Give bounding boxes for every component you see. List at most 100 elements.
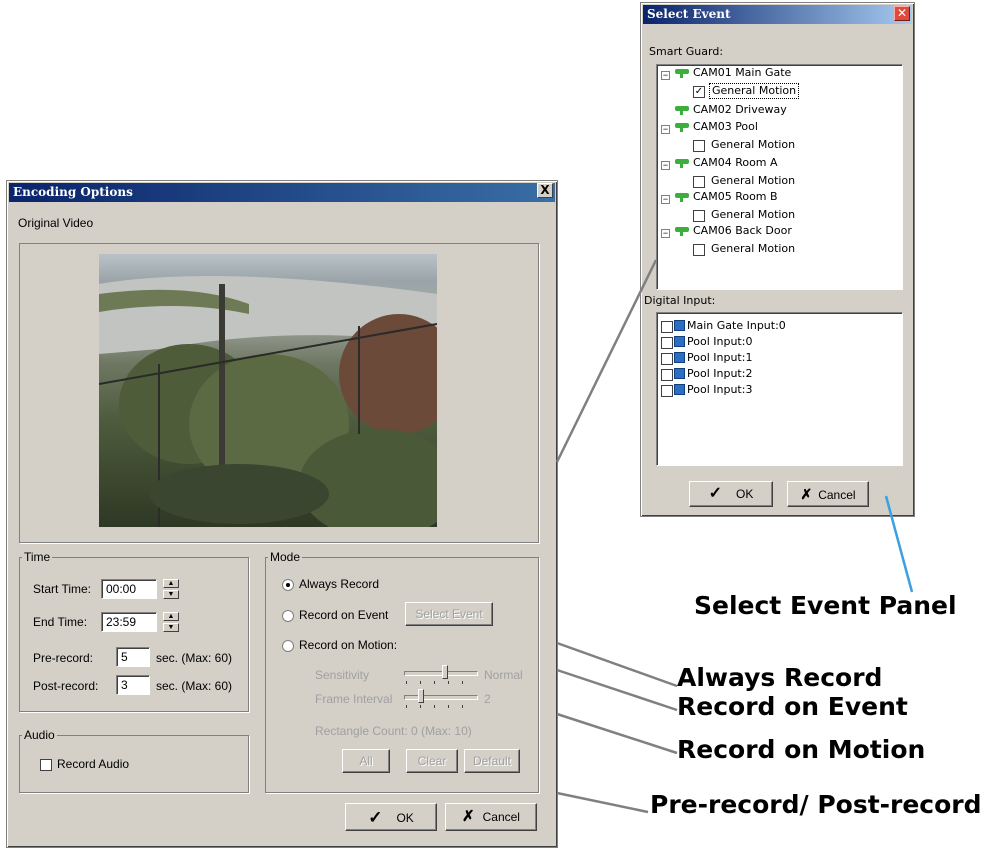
camera-preview-image xyxy=(99,254,437,527)
collapse-icon[interactable]: − xyxy=(661,195,670,204)
close-button[interactable]: X xyxy=(537,183,553,198)
cancel-button[interactable]: ✗ Cancel xyxy=(445,803,537,831)
select-event-ok-button[interactable]: ✓ OK xyxy=(689,481,773,507)
record-on-event-radio[interactable] xyxy=(282,610,294,622)
collapse-icon[interactable]: − xyxy=(661,125,670,134)
ok-label: OK xyxy=(396,811,414,825)
input-icon xyxy=(674,368,685,379)
event-checkbox-cam06[interactable] xyxy=(693,244,705,256)
slider-thumb[interactable] xyxy=(418,689,424,703)
slider-ticks xyxy=(406,681,476,684)
sensitivity-slider[interactable] xyxy=(404,663,478,685)
select-event-title-bar[interactable]: Select Event xyxy=(643,5,912,24)
digital-input-item-3[interactable]: Pool Input:2 xyxy=(687,366,752,382)
dialog-title-bar[interactable]: Encoding Options xyxy=(9,183,555,202)
tree-camera-cam01[interactable]: CAM01 Main Gate xyxy=(693,65,791,81)
all-button[interactable]: All xyxy=(342,749,390,773)
sensitivity-value: Normal xyxy=(484,668,523,682)
start-time-label: Start Time: xyxy=(33,582,92,596)
pre-record-input[interactable]: 5 xyxy=(116,647,150,667)
input-icon xyxy=(674,336,685,347)
time-group-title: Time xyxy=(22,550,53,564)
digital-input-item-4[interactable]: Pool Input:3 xyxy=(687,382,752,398)
spin-down-icon[interactable]: ▼ xyxy=(163,590,179,599)
tree-event-cam05[interactable]: General Motion xyxy=(711,207,795,223)
post-record-label: Post-record: xyxy=(33,679,99,693)
frame-interval-label: Frame Interval xyxy=(315,692,393,706)
select-event-button[interactable]: Select Event xyxy=(405,602,493,626)
camera-icon xyxy=(675,123,689,132)
record-on-motion-label[interactable]: Record on Motion: xyxy=(299,638,397,652)
clear-button[interactable]: Clear xyxy=(406,749,458,773)
digital-input-item-0[interactable]: Main Gate Input:0 xyxy=(687,318,786,334)
callout-line-record-on-motion xyxy=(556,712,678,755)
frame-interval-slider[interactable] xyxy=(404,687,478,709)
record-audio-checkbox[interactable] xyxy=(40,759,52,771)
input-icon xyxy=(674,320,685,331)
record-on-motion-radio[interactable] xyxy=(282,640,294,652)
end-time-input[interactable]: 23:59 xyxy=(101,612,157,632)
callout-always-record: Always Record xyxy=(677,663,883,692)
collapse-icon[interactable]: − xyxy=(661,71,670,80)
audio-group-title: Audio xyxy=(22,728,57,742)
input-checkbox-2[interactable] xyxy=(661,353,673,365)
default-button[interactable]: Default xyxy=(464,749,520,773)
spin-up-icon[interactable]: ▲ xyxy=(163,612,179,621)
tree-camera-cam03[interactable]: CAM03 Pool xyxy=(693,119,758,135)
tree-camera-cam06[interactable]: CAM06 Back Door xyxy=(693,223,792,239)
end-time-spinner[interactable]: ▲ ▼ xyxy=(163,612,179,632)
post-record-input[interactable]: 3 xyxy=(116,675,150,695)
close-icon: X xyxy=(540,183,550,197)
spin-up-icon[interactable]: ▲ xyxy=(163,579,179,588)
collapse-icon[interactable]: − xyxy=(661,229,670,238)
collapse-icon[interactable]: − xyxy=(661,161,670,170)
callout-line-record-on-event xyxy=(556,668,678,712)
input-checkbox-1[interactable] xyxy=(661,337,673,349)
event-checkbox-cam03[interactable] xyxy=(693,140,705,152)
event-checkbox-cam01[interactable]: ✓ xyxy=(693,86,705,98)
tree-camera-cam05[interactable]: CAM05 Room B xyxy=(693,189,778,205)
input-checkbox-4[interactable] xyxy=(661,385,673,397)
x-icon: ✗ xyxy=(800,486,813,502)
select-event-dialog: Select Event ✕ Smart Guard: − CAM01 Main… xyxy=(640,2,915,517)
select-event-cancel-button[interactable]: ✗ Cancel xyxy=(787,481,869,507)
tree-event-cam01[interactable]: General Motion xyxy=(709,83,800,99)
camera-icon xyxy=(675,69,689,78)
tree-camera-cam04[interactable]: CAM04 Room A xyxy=(693,155,778,171)
mode-group: Mode Always Record Record on Event Selec… xyxy=(265,550,539,793)
rectangle-count-label: Rectangle Count: 0 (Max: 10) xyxy=(315,724,472,738)
digital-input-item-1[interactable]: Pool Input:0 xyxy=(687,334,752,350)
start-time-input[interactable]: 00:00 xyxy=(101,579,157,599)
record-on-event-label[interactable]: Record on Event xyxy=(299,608,388,622)
select-event-close-button[interactable]: ✕ xyxy=(894,6,910,21)
tree-camera-cam02[interactable]: CAM02 Driveway xyxy=(693,102,787,118)
callout-record-on-motion: Record on Motion xyxy=(677,735,926,764)
digital-input-list[interactable]: Main Gate Input:0 Pool Input:0 Pool Inpu… xyxy=(656,312,903,466)
frame-interval-value: 2 xyxy=(484,692,491,706)
smart-guard-tree[interactable]: − CAM01 Main Gate ✓ General Motion CAM02… xyxy=(656,64,903,290)
start-time-spinner[interactable]: ▲ ▼ xyxy=(163,579,179,599)
tree-event-cam04[interactable]: General Motion xyxy=(711,173,795,189)
input-checkbox-3[interactable] xyxy=(661,369,673,381)
check-icon: ✓ xyxy=(708,485,723,502)
event-checkbox-cam05[interactable] xyxy=(693,210,705,222)
check-icon: ✓ xyxy=(368,808,383,827)
callout-line-always-record xyxy=(556,641,678,688)
ok-button[interactable]: ✓ OK xyxy=(345,803,437,831)
record-audio-label[interactable]: Record Audio xyxy=(57,757,129,771)
spin-down-icon[interactable]: ▼ xyxy=(163,623,179,632)
video-preview-frame xyxy=(19,243,539,543)
digital-input-item-2[interactable]: Pool Input:1 xyxy=(687,350,752,366)
cancel-label: Cancel xyxy=(818,488,856,502)
sensitivity-label: Sensitivity xyxy=(315,668,370,682)
input-checkbox-0[interactable] xyxy=(661,321,673,333)
event-checkbox-cam04[interactable] xyxy=(693,176,705,188)
always-record-label[interactable]: Always Record xyxy=(299,577,379,591)
pre-record-unit: sec. (Max: 60) xyxy=(156,651,233,665)
tree-event-cam06[interactable]: General Motion xyxy=(711,241,795,257)
slider-thumb[interactable] xyxy=(442,665,448,679)
always-record-radio[interactable] xyxy=(282,579,294,591)
audio-group: Audio Record Audio xyxy=(19,728,249,793)
tree-event-cam03[interactable]: General Motion xyxy=(711,137,795,153)
post-record-unit: sec. (Max: 60) xyxy=(156,679,233,693)
